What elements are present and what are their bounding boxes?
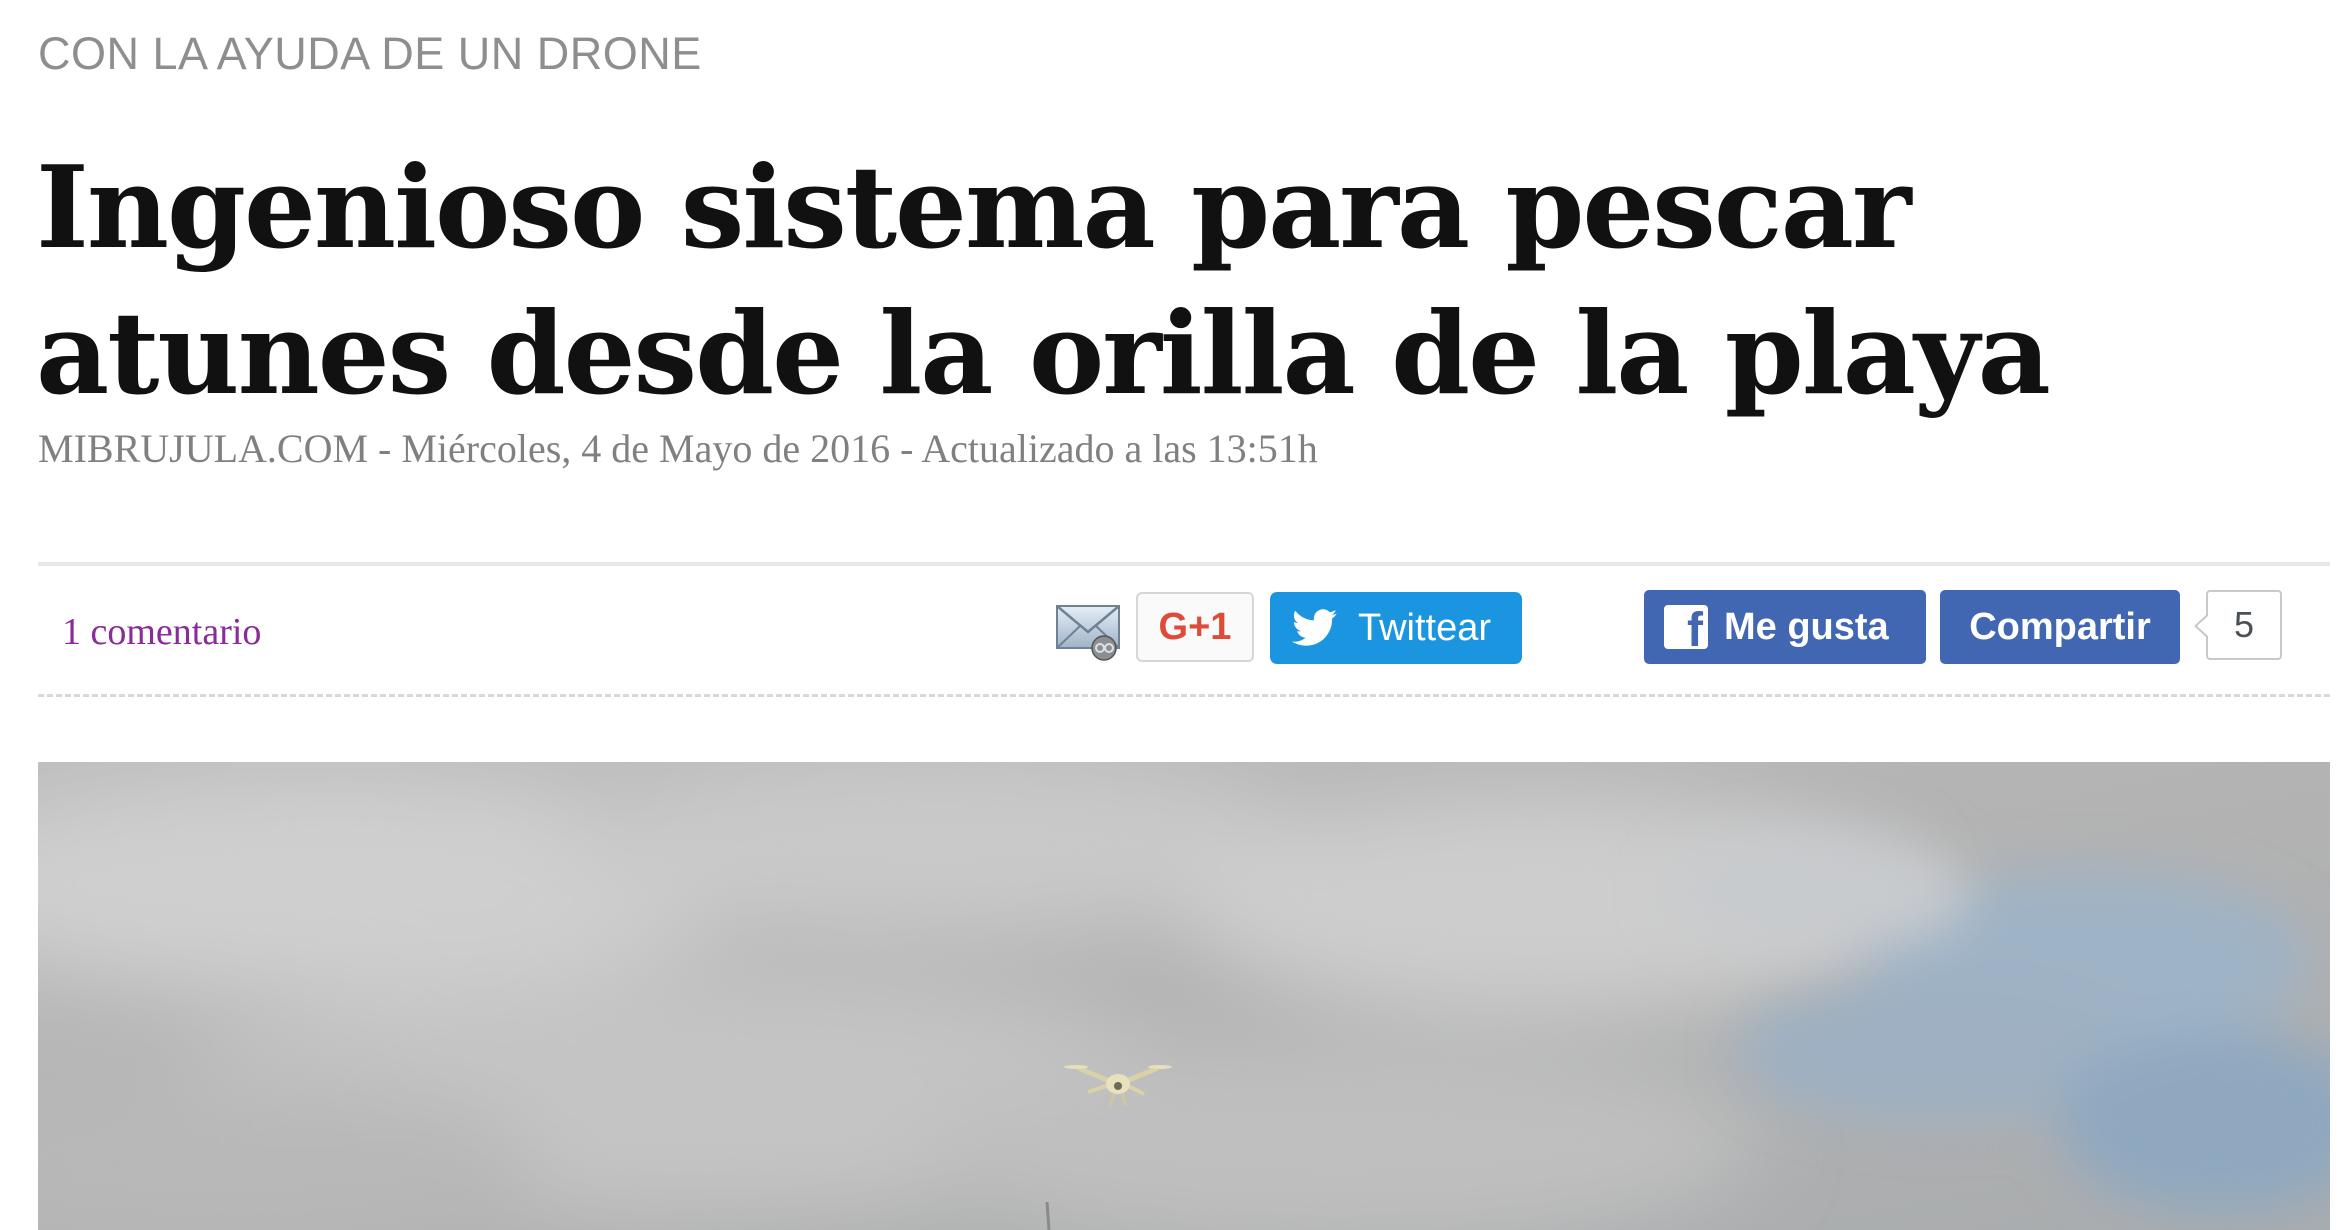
google-plus-button[interactable]: G+1: [1136, 592, 1254, 662]
twitter-share-button[interactable]: Twittear: [1270, 592, 1522, 664]
facebook-share-button[interactable]: Compartir: [1940, 590, 2180, 664]
facebook-share-count: 5: [2194, 590, 2282, 660]
article-kicker: CON LA AYUDA DE UN DRONE: [38, 28, 702, 79]
sky-with-drone-image: [38, 762, 2330, 1230]
article-page: CON LA AYUDA DE UN DRONE Ingenioso siste…: [0, 0, 2350, 1230]
facebook-like-button[interactable]: f Me gusta: [1644, 590, 1926, 664]
twitter-bird-icon: [1292, 609, 1338, 646]
article-headline: Ingenioso sistema para pescar atunes des…: [36, 141, 2051, 420]
share-bar: 1 comentario G+1 Twittear f Me gusta Com…: [38, 562, 2330, 697]
comments-link[interactable]: 1 comentario: [62, 610, 261, 654]
facebook-like-label: Me gusta: [1724, 606, 1889, 648]
twitter-button-label: Twittear: [1358, 607, 1492, 649]
facebook-f-icon: f: [1664, 605, 1708, 655]
article-photo: [38, 762, 2330, 1230]
email-share-button[interactable]: [1054, 598, 1124, 662]
email-icon: [1056, 605, 1120, 661]
article-byline: MIBRUJULA.COM - Miércoles, 4 de Mayo de …: [38, 426, 1318, 471]
